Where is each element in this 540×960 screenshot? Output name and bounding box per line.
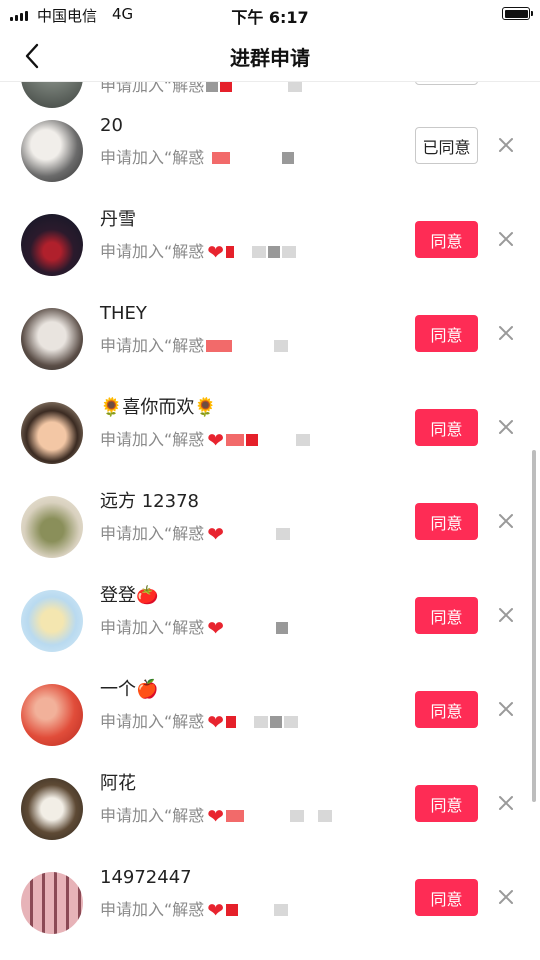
heart-icon: ❤: [207, 710, 225, 734]
applicant-name: 20: [100, 115, 123, 136]
agree-button[interactable]: 同意: [415, 691, 478, 728]
list-item[interactable]: 远方 12378 申请加入“解惑 ❤ 同意: [0, 480, 540, 574]
request-subtitle: 申请加入“解惑: [100, 806, 205, 825]
request-subtitle: 申请加入“解惑: [100, 430, 205, 449]
avatar[interactable]: [21, 214, 83, 276]
agree-button[interactable]: 同意: [415, 597, 478, 634]
applicant-name: 🌻喜你而欢🌻: [100, 397, 217, 418]
applicant-name: 阿花: [100, 773, 136, 794]
nav-bar: 进群申请: [0, 30, 540, 82]
request-subtitle: 申请加入“解惑: [100, 148, 205, 167]
request-subtitle: 申请加入“解惑: [100, 524, 205, 543]
heart-icon: ❤: [207, 616, 225, 640]
close-icon[interactable]: [494, 603, 518, 627]
applicant-name: THEY: [100, 303, 147, 324]
status-bar: 中国电信 4G 下午 6:17: [0, 0, 540, 30]
status-time: 下午 6:17: [231, 8, 309, 27]
applicant-name: 登登🍅: [100, 585, 159, 606]
list-item[interactable]: 丹雪 申请加入“解惑 ❤ 同意: [0, 198, 540, 292]
agree-button[interactable]: 同意: [415, 221, 478, 258]
avatar[interactable]: [21, 872, 83, 934]
list-item[interactable]: 14972447 申请加入“解惑 ❤ 同意: [0, 856, 540, 950]
agree-button[interactable]: 同意: [415, 315, 478, 352]
avatar[interactable]: [21, 402, 83, 464]
request-list[interactable]: 申请加入“解惑 20 申请加入“解惑 已同意 丹雪 申请加入“解惑 ❤ 同意 T…: [0, 82, 540, 960]
scrollbar[interactable]: [532, 450, 536, 802]
request-subtitle: 申请加入“解惑: [100, 618, 205, 637]
applicant-name: 远方 12378: [100, 491, 199, 512]
agree-button[interactable]: 同意: [415, 785, 478, 822]
accepted-button[interactable]: [415, 82, 478, 85]
list-item[interactable]: 20 申请加入“解惑 已同意: [0, 104, 540, 198]
close-icon[interactable]: [494, 133, 518, 157]
list-item[interactable]: 阿花 申请加入“解惑 ❤ 同意: [0, 762, 540, 856]
avatar[interactable]: [21, 308, 83, 370]
agree-button[interactable]: 同意: [415, 503, 478, 540]
agree-button[interactable]: 同意: [415, 879, 478, 916]
applicant-name: 一个🍎: [100, 679, 159, 700]
avatar[interactable]: [21, 778, 83, 840]
close-icon[interactable]: [494, 509, 518, 533]
heart-icon: ❤: [207, 428, 225, 452]
avatar[interactable]: [21, 590, 83, 652]
request-subtitle: 申请加入“解惑: [100, 900, 205, 919]
close-icon[interactable]: [494, 415, 518, 439]
heart-icon: ❤: [207, 898, 225, 922]
avatar[interactable]: [21, 496, 83, 558]
list-item[interactable]: 🌻喜你而欢🌻 申请加入“解惑 ❤ 同意: [0, 386, 540, 480]
request-subtitle: 申请加入“解惑: [100, 336, 205, 355]
page-title: 进群申请: [230, 46, 310, 70]
applicant-name: 丹雪: [100, 209, 136, 230]
avatar[interactable]: [21, 684, 83, 746]
list-item[interactable]: 登登🍅 申请加入“解惑 ❤ 同意: [0, 574, 540, 668]
close-icon[interactable]: [494, 321, 518, 345]
request-subtitle: 申请加入“解惑: [100, 82, 205, 95]
agree-button[interactable]: 同意: [415, 409, 478, 446]
list-item[interactable]: THEY 申请加入“解惑 同意: [0, 292, 540, 386]
request-subtitle: 申请加入“解惑: [100, 242, 205, 261]
list-item[interactable]: 一个🍎 申请加入“解惑 ❤ 同意: [0, 668, 540, 762]
heart-icon: ❤: [207, 804, 225, 828]
close-icon[interactable]: [494, 885, 518, 909]
battery-icon: [502, 7, 533, 20]
close-icon[interactable]: [494, 791, 518, 815]
accepted-button[interactable]: 已同意: [415, 127, 478, 164]
close-icon[interactable]: [494, 227, 518, 251]
avatar[interactable]: [21, 120, 83, 182]
heart-icon: ❤: [207, 522, 225, 546]
close-icon[interactable]: [494, 697, 518, 721]
heart-icon: ❤: [207, 240, 225, 264]
request-subtitle: 申请加入“解惑: [100, 712, 205, 731]
applicant-name: 14972447: [100, 867, 192, 888]
